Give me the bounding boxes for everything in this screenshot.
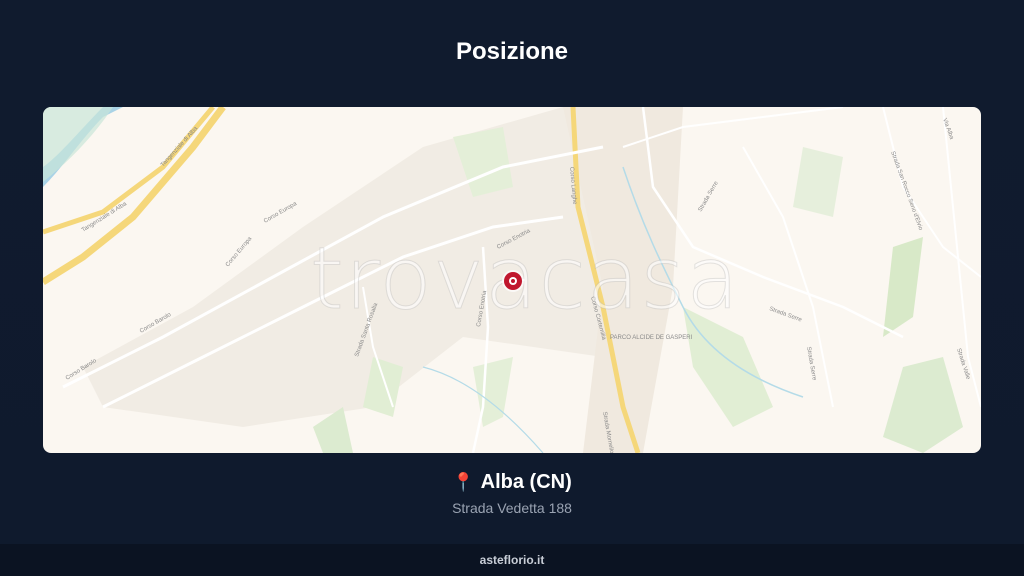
location-address: Strada Vedetta 188 <box>452 500 572 516</box>
street-label: Strada Serre <box>698 180 721 213</box>
street-label: Via Alba <box>941 118 954 141</box>
footer: asteflorio.it <box>0 544 1024 576</box>
street-label: Strada Valle <box>955 348 971 381</box>
street-label: Corso Europa <box>225 236 254 269</box>
street-label: Strada Serre <box>805 346 817 381</box>
location-map[interactable]: Tangenziale di Alba Tangenziale di Alba … <box>43 107 981 453</box>
footer-site[interactable]: asteflorio.it <box>480 553 545 567</box>
page-title: Posizione <box>455 38 569 65</box>
location-marker-icon[interactable] <box>504 272 522 290</box>
map-pin-icon: 📍 <box>452 472 475 492</box>
location-heading: 📍 Alba (CN) <box>0 471 1024 494</box>
street-label: Corso Europa <box>263 201 299 225</box>
street-label: Strada Serre <box>768 306 803 323</box>
park-label: PARCO ALCIDE DE GASPERI <box>610 335 693 341</box>
location-city: Alba (CN) <box>480 471 572 493</box>
street-label: Strada San Rocco Seno d'Elvio <box>889 151 923 232</box>
